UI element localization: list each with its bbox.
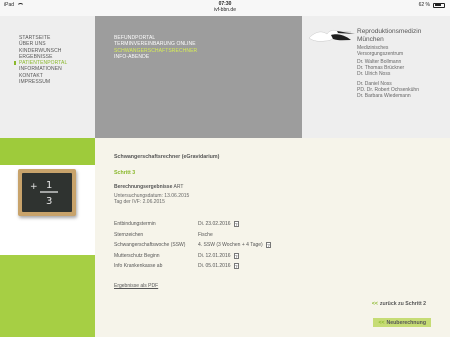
result-value: Di. 12.01.2016 <box>198 252 231 259</box>
result-value: Fische <box>198 231 213 238</box>
status-center: 07:30 ivf-bbn.de <box>0 1 450 13</box>
calculator-panel: Schwangerschaftsrechner (eGravidarium) S… <box>95 138 450 337</box>
result-value-wrap: Di. 05.01.2016 ? <box>198 263 240 269</box>
chalkboard-surface: + 1 3 <box>22 173 72 212</box>
recalculate-button[interactable]: << Neuberechnung <box>373 318 431 327</box>
brand-subtitle: Medizinisches Versorgungszentrum <box>357 45 403 57</box>
left-column: + 1 3 <box>0 138 95 337</box>
primary-nav-item[interactable]: IMPRESSUM <box>19 79 67 85</box>
back-button-label: zurück zu Schritt 2 <box>379 300 426 307</box>
result-value-wrap: Di. 23.02.2016 ? <box>198 221 240 227</box>
brand-title-line1: Reproduktionsmedizin <box>357 28 422 35</box>
chalk-plus: + <box>30 182 38 192</box>
brand-subtitle-line2: Versorgungszentrum <box>357 51 404 57</box>
result-label: Schwangerschaftswoche (SSW) <box>114 242 186 248</box>
result-row: Schwangerschaftswoche (SSW) 4. SSW (3 Wo… <box>114 242 354 253</box>
result-value-wrap: Fische <box>198 232 213 238</box>
help-icon[interactable]: ? <box>233 221 240 227</box>
results-table: Entbindungstermin Di. 23.02.2016 ? Stern… <box>114 221 354 274</box>
result-row: Info Krankenkasse ab Di. 05.01.2016 ? <box>114 263 354 274</box>
pdf-results-link[interactable]: Ergebnisse als PDF <box>114 283 158 289</box>
result-row: Entbindungstermin Di. 23.02.2016 ? <box>114 221 354 232</box>
result-label: Info Krankenkasse ab <box>114 263 163 269</box>
primary-nav-item[interactable]: KINDERWUNSCH <box>19 48 67 54</box>
double-chevron-left-icon: << <box>378 319 385 326</box>
result-value: Di. 05.01.2016 <box>198 263 231 269</box>
primary-nav-item[interactable]: INFORMATIONEN <box>19 66 67 72</box>
results-heading-bold: Berechnungsergebnisse <box>114 184 173 190</box>
result-value: 4. SSW (3 Wochen + 4 Tage) <box>198 242 263 248</box>
help-icon[interactable]: ? <box>233 263 240 269</box>
ivf-date: Tag der IVF: 2.06.2015 <box>114 199 165 206</box>
battery-label: 62 % <box>418 2 430 8</box>
doctor-name: Dr. Barbara Wiedemann <box>357 93 411 99</box>
green-accent-top <box>0 138 95 165</box>
secondary-nav-list: BEFUNDPORTAL TERMINVEREINBARUNG ONLINE SCH… <box>114 35 197 60</box>
secondary-nav-item[interactable]: TERMINVEREINBARUNG ONLINE <box>114 41 197 47</box>
secondary-nav: BEFUNDPORTAL TERMINVEREINBARUNG ONLINE SCH… <box>95 16 302 138</box>
recalculate-button-label: Neuberechnung <box>386 319 427 326</box>
page-title: Schwangerschaftsrechner (eGravidarium) <box>114 154 220 160</box>
result-value: Di. 23.02.2016 <box>198 221 231 227</box>
chalk-numerator: 1 <box>46 180 52 191</box>
help-icon[interactable]: ? <box>233 252 240 259</box>
stork-logo-icon[interactable] <box>307 26 357 48</box>
battery-indicator: 62 % <box>419 2 445 8</box>
brand-title-line2: München <box>357 35 384 43</box>
battery-icon <box>433 2 445 8</box>
primary-nav-item[interactable]: PATIENTENPORTAL <box>13 60 67 66</box>
results-heading-tag: ART <box>173 184 184 190</box>
status-bar: iPad 07:30 ivf-bbn.de 62 % <box>0 0 450 16</box>
exam-meta: Untersuchungsdatum: 13.06.2015 Tag der I… <box>114 193 189 206</box>
chalk-denominator: 3 <box>46 196 52 207</box>
secondary-nav-item[interactable]: SCHWANGERSCHAFTSRECHNER <box>114 48 197 54</box>
result-row: Mutterschutz Beginn Di. 12.01.2016 ? <box>114 252 354 264</box>
address-url[interactable]: ivf-bbn.de <box>0 7 450 13</box>
secondary-nav-item[interactable]: INFO-ABENDE <box>114 54 197 60</box>
double-chevron-left-icon: << <box>371 300 378 307</box>
help-icon[interactable]: ? <box>265 242 272 248</box>
result-value-wrap: 4. SSW (3 Wochen + 4 Tage) ? <box>198 242 272 248</box>
result-value-wrap: Di. 12.01.2016 ? <box>198 252 240 259</box>
result-label: Entbindungstermin <box>114 221 156 227</box>
primary-nav-list: STARTSEITE ÜBER UNS KINDERWUNSCH ERGEBNISSE… <box>13 35 67 85</box>
result-row: Sternzeichen Fische <box>114 232 354 243</box>
result-label: Mutterschutz Beginn <box>114 252 160 259</box>
brand-title: Reproduktionsmedizin München <box>357 28 421 43</box>
doctors-list: Dr. Walter Bollmann Dr. Thomas Brückner … <box>357 59 419 99</box>
site-header: STARTSEITE ÜBER UNS KINDERWUNSCH ERGEBNISSE… <box>0 16 450 138</box>
fraction-drawing: + 1 3 <box>30 180 58 207</box>
result-label: Sternzeichen <box>114 231 144 238</box>
results-heading: Berechnungsergebnisse ART <box>114 184 183 190</box>
primary-nav: STARTSEITE ÜBER UNS KINDERWUNSCH ERGEBNISSE… <box>0 16 95 138</box>
brand-panel: Reproduktionsmedizin München Medizinisch… <box>302 16 450 138</box>
chalkboard-image: + 1 3 <box>18 169 76 216</box>
back-to-step2-button[interactable]: << zurück zu Schritt 2 <box>367 299 431 308</box>
step-label: Schritt 3 <box>114 170 136 176</box>
green-accent-bottom <box>0 255 95 337</box>
